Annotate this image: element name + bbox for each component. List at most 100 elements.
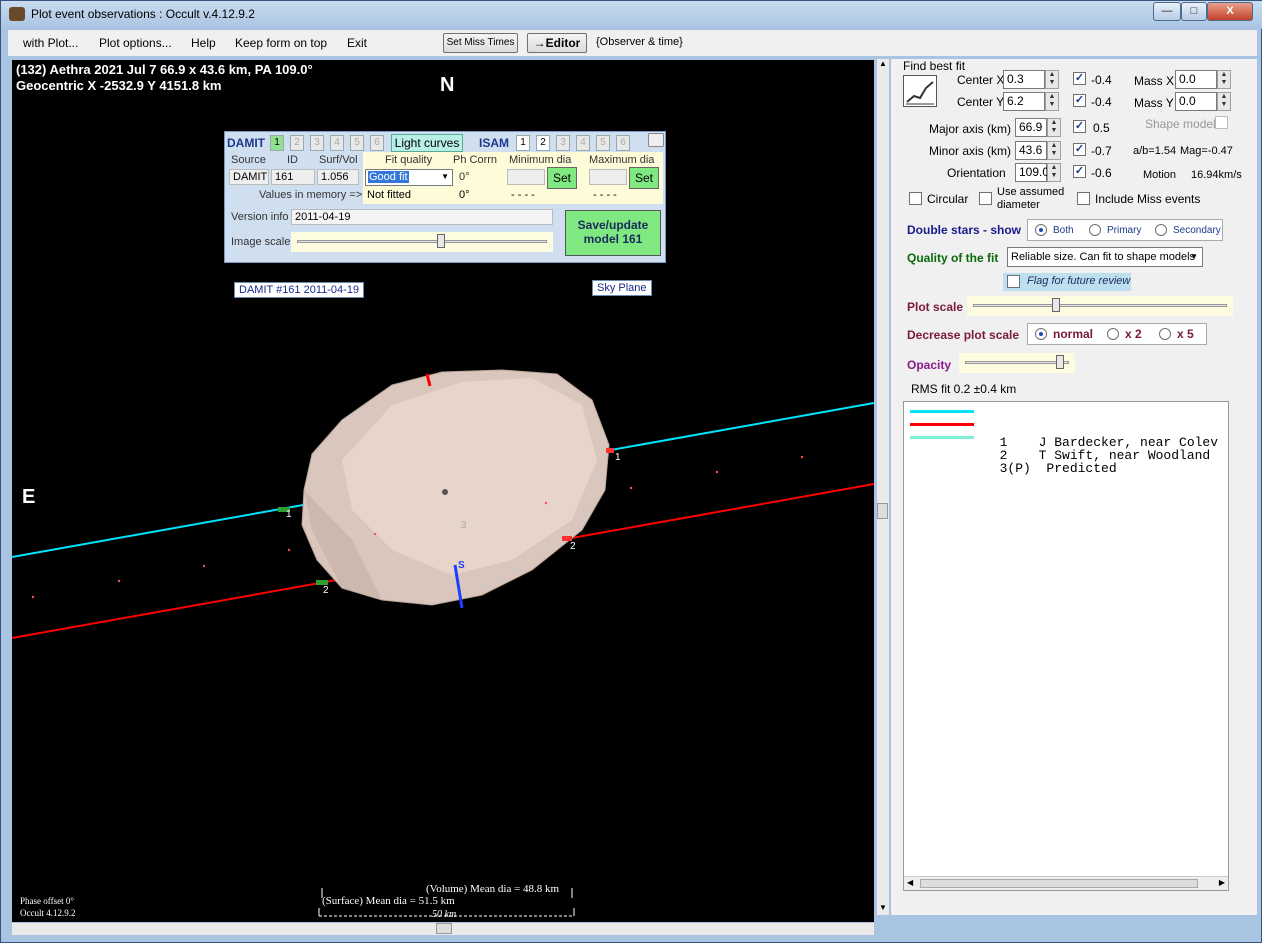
- minor-axis-stepper[interactable]: ▲ ▼: [1047, 141, 1061, 160]
- minimize-button[interactable]: —: [1153, 2, 1181, 21]
- scroll-left-icon[interactable]: ◀: [907, 878, 913, 888]
- plot-header-line1: (132) Aethra 2021 Jul 7 66.9 x 43.6 km, …: [16, 62, 313, 77]
- source-header: Source: [231, 154, 266, 166]
- secondary-radio[interactable]: [1155, 224, 1167, 236]
- surfvol-header: Surf/Vol: [319, 154, 358, 166]
- minor-axis-input[interactable]: 43.6: [1015, 141, 1047, 160]
- splitter-handle[interactable]: [877, 503, 888, 519]
- mass-x-stepper[interactable]: ▲ ▼: [1217, 70, 1231, 89]
- orientation-stepper[interactable]: ▲ ▼: [1047, 163, 1061, 182]
- menu-with-plot[interactable]: with Plot...: [23, 36, 78, 50]
- slider-thumb[interactable]: [1051, 298, 1060, 312]
- scrollbar-thumb[interactable]: [436, 923, 452, 934]
- max-dia-value[interactable]: [589, 169, 627, 185]
- magnitude: Mag=-0.47: [1180, 145, 1233, 157]
- menu-keep-on-top[interactable]: Keep form on top: [235, 36, 327, 50]
- damit-tab-2[interactable]: 2: [290, 135, 304, 151]
- isam-tab-3[interactable]: 3: [556, 135, 570, 151]
- scroll-down-icon[interactable]: ▼: [879, 903, 887, 912]
- mass-x-input[interactable]: 0.0: [1175, 70, 1217, 89]
- find-best-fit-button[interactable]: [903, 75, 937, 107]
- min-dia-value[interactable]: [507, 169, 545, 185]
- slider-thumb[interactable]: [1056, 355, 1065, 369]
- center-x-checkbox[interactable]: ✓: [1073, 72, 1086, 85]
- ph-corrn-header: Ph Corrn: [453, 154, 498, 166]
- isam-tab-1[interactable]: 1: [516, 135, 530, 151]
- damit-tab-5[interactable]: 5: [350, 135, 364, 151]
- scroll-up-icon[interactable]: ▲: [879, 59, 887, 68]
- x2-radio[interactable]: [1107, 328, 1119, 340]
- list-item[interactable]: 2 T Swift, near Woodland: [904, 418, 1210, 463]
- image-scale-label: Image scale: [231, 236, 291, 248]
- damit-tab-4[interactable]: 4: [330, 135, 344, 151]
- sky-plane-label[interactable]: Sky Plane: [592, 280, 652, 296]
- quality-of-fit-label: Quality of the fit: [907, 251, 999, 265]
- set-miss-times-button[interactable]: Set Miss Times: [443, 33, 518, 53]
- save-update-model-button[interactable]: Save/update model 161: [565, 210, 661, 256]
- set-min-button[interactable]: Set: [547, 167, 577, 189]
- quality-of-fit-select[interactable]: Reliable size. Can fit to shape models ▼: [1007, 247, 1203, 267]
- list-item[interactable]: 3(P) Predicted: [904, 431, 1117, 476]
- set-max-button[interactable]: Set: [629, 167, 659, 189]
- title-bar[interactable]: Plot event observations : Occult v.4.12.…: [1, 1, 1262, 29]
- fit-quality-select[interactable]: Good fit ▼: [365, 169, 453, 186]
- opacity-slider[interactable]: [959, 353, 1075, 373]
- major-axis-checkbox[interactable]: ✓: [1073, 120, 1086, 133]
- both-radio[interactable]: [1035, 224, 1047, 236]
- circular-checkbox[interactable]: [909, 192, 922, 205]
- plot-scale-slider[interactable]: [967, 296, 1233, 316]
- vertical-splitter[interactable]: ▲ ▼: [877, 59, 889, 915]
- mass-y-input[interactable]: 0.0: [1175, 92, 1217, 111]
- flag-review-checkbox[interactable]: [1007, 275, 1020, 288]
- quality-of-fit-value: Reliable size. Can fit to shape models: [1011, 251, 1196, 263]
- menu-help[interactable]: Help: [191, 36, 216, 50]
- damit-tab-6[interactable]: 6: [370, 135, 384, 151]
- center-x-input[interactable]: 0.3: [1003, 70, 1045, 89]
- horizontal-scrollbar[interactable]: [12, 923, 874, 935]
- scroll-right-icon[interactable]: ▶: [1219, 878, 1225, 888]
- center-x-stepper[interactable]: ▲ ▼: [1045, 70, 1059, 89]
- isam-tab-4[interactable]: 4: [576, 135, 590, 151]
- menu-plot-options[interactable]: Plot options...: [99, 36, 172, 50]
- damit-tab-1[interactable]: 1: [270, 135, 284, 151]
- observer-legend-list[interactable]: 1 J Bardecker, near Colev 2 T Swift, nea…: [903, 401, 1229, 891]
- include-miss-checkbox[interactable]: [1077, 192, 1090, 205]
- center-y-stepper[interactable]: ▲ ▼: [1045, 92, 1059, 111]
- minor-axis-checkbox[interactable]: ✓: [1073, 143, 1086, 156]
- isam-tab-2[interactable]: 2: [536, 135, 550, 151]
- legend-horizontal-scrollbar[interactable]: ◀ ▶: [904, 876, 1228, 890]
- isam-tab-5[interactable]: 5: [596, 135, 610, 151]
- damit-tab-3[interactable]: 3: [310, 135, 324, 151]
- use-assumed-checkbox[interactable]: [979, 192, 992, 205]
- light-curves-button[interactable]: Light curves: [391, 134, 463, 152]
- isam-tab-6[interactable]: 6: [616, 135, 630, 151]
- shape-model-checkbox[interactable]: [1215, 116, 1228, 129]
- center-y-input[interactable]: 6.2: [1003, 92, 1045, 111]
- plot-canvas[interactable]: (132) Aethra 2021 Jul 7 66.9 x 43.6 km, …: [12, 60, 874, 922]
- list-item[interactable]: 1 J Bardecker, near Colev: [904, 405, 1218, 450]
- orientation-input[interactable]: 109.0: [1015, 163, 1049, 182]
- version-info-field[interactable]: 2011-04-19: [291, 209, 553, 225]
- menu-exit[interactable]: Exit: [347, 36, 367, 50]
- mass-y-stepper[interactable]: ▲ ▼: [1217, 92, 1231, 111]
- major-axis-stepper[interactable]: ▲ ▼: [1047, 118, 1061, 137]
- image-scale-slider[interactable]: [291, 232, 553, 252]
- editor-button[interactable]: →Editor: [527, 33, 587, 53]
- orientation-checkbox[interactable]: ✓: [1073, 165, 1086, 178]
- normal-radio[interactable]: [1035, 328, 1047, 340]
- maximize-button[interactable]: □: [1181, 2, 1207, 21]
- primary-radio[interactable]: [1089, 224, 1101, 236]
- x5-radio[interactable]: [1159, 328, 1171, 340]
- legend-line: [910, 436, 974, 439]
- major-axis-input[interactable]: 66.9: [1015, 118, 1047, 137]
- close-button[interactable]: X: [1207, 2, 1253, 21]
- major-axis-label: Major axis (km): [929, 122, 1012, 136]
- scrollbar-thumb[interactable]: [920, 879, 1198, 888]
- double-stars-label: Double stars - show: [907, 223, 1022, 237]
- legend-line: [910, 423, 974, 426]
- panel-toggle-button[interactable]: [648, 133, 664, 147]
- slider-thumb[interactable]: [437, 234, 446, 248]
- center-y-checkbox[interactable]: ✓: [1073, 94, 1086, 107]
- max-dia-header: Maximum dia: [589, 154, 655, 166]
- isam-title: ISAM: [479, 136, 509, 150]
